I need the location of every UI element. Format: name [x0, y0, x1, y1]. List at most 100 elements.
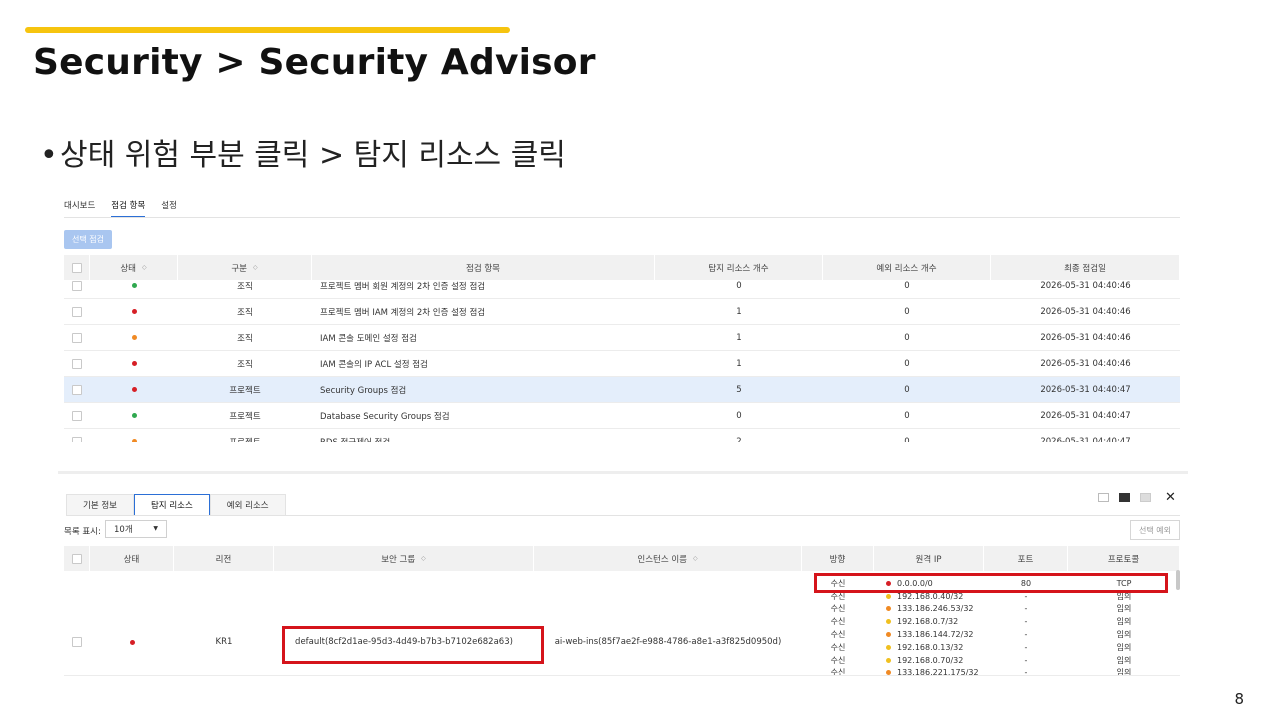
row-check-item[interactable]: IAM 콘솔의 IP ACL 설정 점검 — [312, 351, 655, 376]
rule-remote-ip-text: 192.168.0.70/32 — [897, 655, 964, 665]
row-check-item[interactable]: Security Groups 점검 — [312, 377, 655, 402]
rule-status-dot — [886, 644, 891, 650]
select-all-checkbox[interactable] — [71, 553, 82, 564]
row-detected-count[interactable]: 5 — [655, 377, 823, 402]
table-row[interactable]: 조직 IAM 콘솔의 IP ACL 설정 점검 1 0 2026-05-31 04:40… — [64, 351, 1180, 377]
check-items-table: 상태 ◇ 구분 ◇ 점검 항목 탐지 리소스 개수 예외 리소스 개수 최종 점검일… — [64, 255, 1180, 442]
tab-detected-resources[interactable]: 탐지 리소스 — [133, 494, 210, 516]
row-checkbox[interactable] — [72, 436, 82, 442]
rule-port: - — [1024, 617, 1028, 627]
row-excepted-count: 0 — [904, 306, 910, 317]
select-exclude-button[interactable]: 선택 예외 — [1130, 520, 1180, 540]
tab-settings[interactable]: 설정 — [161, 199, 177, 218]
row-status — [90, 632, 174, 652]
panel-divider[interactable] — [58, 471, 1188, 474]
top-tab-bar: 대시보드 점검 항목 설정 — [64, 199, 193, 218]
col-status[interactable]: 상태 ◇ — [90, 255, 178, 280]
row-last-checked: 2026-05-31 04:40:47 — [1040, 436, 1131, 443]
row-checkbox-cell — [64, 351, 90, 376]
rule-remote-ip-text: 192.168.0.7/32 — [897, 617, 959, 627]
row-checkbox[interactable] — [72, 306, 82, 317]
row-check-item[interactable]: 프로젝트 멤버 IAM 계정의 2차 인증 설정 점검 — [312, 299, 655, 324]
col-type[interactable]: 구분 ◇ — [178, 255, 312, 280]
row-type: 조직 — [237, 359, 253, 370]
row-checkbox[interactable] — [72, 410, 82, 421]
rule-protocol: 임의 — [1116, 655, 1132, 665]
row-checkbox[interactable] — [72, 280, 82, 291]
list-size-select[interactable]: 10개 ▼ — [105, 520, 167, 538]
row-check-item[interactable]: Database Security Groups 점검 — [312, 403, 655, 428]
col-status: 상태 — [90, 546, 174, 571]
rule-remote-ip: 192.168.0.70/32 — [874, 654, 984, 667]
rule-row: 수신 192.168.0.13/32 - 임의 — [802, 641, 1180, 654]
instruction-text: 상태 위험 부분 클릭 > 탐지 리소스 클릭 — [60, 138, 566, 173]
row-detected-count[interactable]: 1 — [655, 325, 823, 350]
instruction-bullet: •상태 위험 부분 클릭 > 탐지 리소스 클릭 — [40, 130, 566, 174]
rule-row: 수신 192.168.0.70/32 - 임의 — [802, 654, 1180, 667]
row-checkbox-cell — [64, 377, 90, 402]
table-row[interactable]: 프로젝트RDS 접근제어 점검2 0 2026-05-31 04:40:47 — [64, 429, 1180, 442]
table-row[interactable]: 조직 IAM 콘솔 도메인 설정 점검 1 0 2026-05-31 04:40:46 — [64, 325, 1180, 351]
col-port: 포트 — [984, 546, 1068, 571]
tab-dashboard[interactable]: 대시보드 — [64, 199, 95, 218]
rule-remote-ip: 133.186.246.53/32 — [874, 603, 984, 616]
row-type: 프로젝트 — [178, 429, 312, 443]
detail-tab-bar: 기본 정보 탐지 리소스 예외 리소스 — [66, 494, 286, 516]
divider — [64, 675, 1180, 676]
col-security-group[interactable]: 보안 그룹 ◇ — [274, 546, 534, 571]
status-dot — [131, 361, 137, 366]
row-checkbox[interactable] — [72, 637, 82, 647]
select-all-checkbox[interactable] — [71, 262, 82, 273]
row-checkbox-cell — [64, 403, 90, 428]
status-dot — [131, 439, 137, 442]
row-checkbox-cell — [64, 632, 90, 652]
rule-row: 수신 192.168.0.7/32 - 임의 — [802, 615, 1180, 628]
accent-bar — [25, 27, 510, 33]
row-excepted-count: 0 — [904, 358, 910, 369]
row-status — [90, 325, 178, 350]
row-last-checked: 2026-05-31 04:40:47 — [1040, 384, 1131, 395]
close-icon[interactable]: ✕ — [1165, 490, 1176, 505]
layout-split-icon[interactable] — [1119, 493, 1130, 502]
layout-top-icon[interactable] — [1098, 493, 1109, 502]
tab-excepted-resources[interactable]: 예외 리소스 — [209, 494, 286, 516]
rule-direction: 수신 — [830, 642, 846, 652]
rule-direction: 수신 — [830, 655, 846, 665]
table-row[interactable]: 프로젝트 Database Security Groups 점검 0 0 2026-05… — [64, 403, 1180, 429]
row-checkbox[interactable] — [72, 332, 82, 343]
sort-icon: ◇ — [142, 264, 147, 271]
rule-protocol: 임의 — [1116, 604, 1132, 614]
tab-check-items[interactable]: 점검 항목 — [111, 199, 146, 218]
status-dot — [131, 387, 137, 392]
layout-bottom-icon[interactable] — [1140, 493, 1151, 502]
table-header: 상태 리전 보안 그룹 ◇ 인스턴스 이름 ◇ 방향 원격 IP 포트 프로토콜 — [64, 546, 1180, 571]
row-detected-count[interactable]: 2 — [655, 429, 823, 443]
rule-remote-ip-text: 133.186.246.53/32 — [897, 604, 974, 614]
select-all-cell — [64, 255, 90, 280]
table-scrollbar[interactable] — [1176, 570, 1180, 590]
col-instance-name[interactable]: 인스턴스 이름 ◇ — [534, 546, 802, 571]
row-checkbox[interactable] — [72, 384, 82, 395]
table-row[interactable]: 조직 프로젝트 멤버 IAM 계정의 2차 인증 설정 점검 1 0 2026-05-3… — [64, 299, 1180, 325]
row-checkbox[interactable] — [72, 358, 82, 369]
table-row[interactable]: 프로젝트 Security Groups 점검 5 0 2026-05-31 04:40… — [64, 377, 1180, 403]
rule-remote-ip: 192.168.0.7/32 — [874, 615, 984, 628]
tab-basic-info[interactable]: 기본 정보 — [66, 494, 134, 516]
status-dot — [131, 309, 137, 314]
col-status-label: 상태 — [120, 263, 136, 274]
row-checkbox-cell — [64, 325, 90, 350]
row-status — [90, 377, 178, 402]
row-detected-count[interactable]: 1 — [655, 299, 823, 324]
row-detected-count[interactable]: 0 — [655, 403, 823, 428]
rule-remote-ip-text: 192.168.0.40/32 — [897, 591, 964, 601]
row-check-item[interactable]: RDS 접근제어 점검 — [312, 429, 655, 443]
row-type: 조직 — [237, 307, 253, 318]
divider — [66, 515, 1180, 516]
rule-status-dot — [886, 619, 891, 625]
select-check-button[interactable]: 선택 점검 — [64, 230, 112, 249]
row-excepted-count: 0 — [904, 410, 910, 421]
row-check-item[interactable]: IAM 콘솔 도메인 설정 점검 — [312, 325, 655, 350]
row-detected-count[interactable]: 1 — [655, 351, 823, 376]
sort-icon: ◇ — [421, 555, 426, 562]
row-instance-name[interactable]: ai-web-ins(85f7ae2f-e988-4786-a8e1-a3f82… — [534, 632, 802, 652]
